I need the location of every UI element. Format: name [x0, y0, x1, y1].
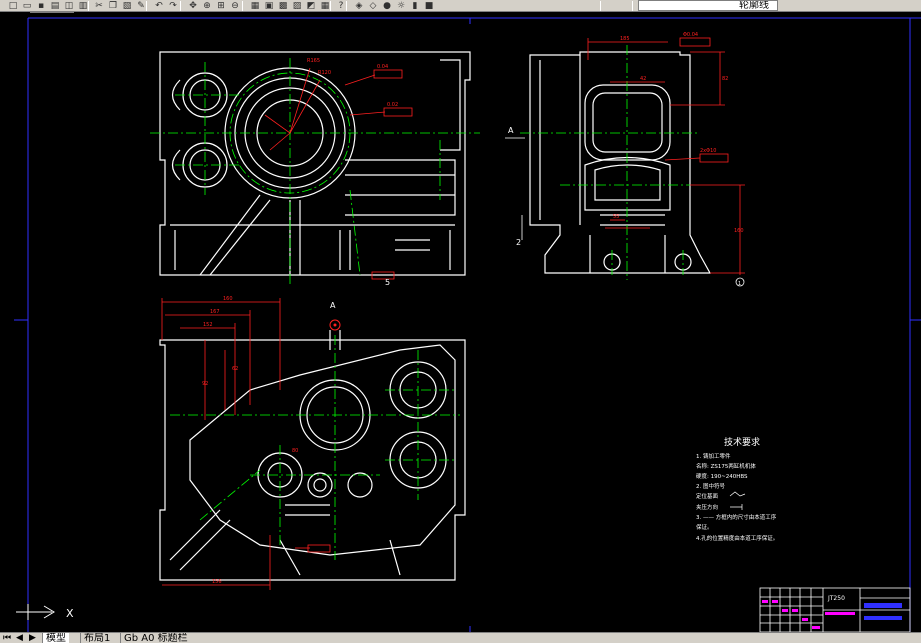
tab-layout1[interactable]: 布局1: [80, 633, 113, 643]
dim-160: 160: [734, 228, 744, 234]
toolbar-separator: [632, 1, 633, 11]
dim-tol-a: 0.04: [377, 64, 388, 70]
dim-tol-b: 0.02: [387, 102, 398, 108]
undo-icon[interactable]: ↶: [152, 0, 166, 11]
toolbar-separator: [88, 1, 89, 11]
tab-model[interactable]: 模型: [42, 633, 69, 643]
plan-view: [159, 330, 466, 581]
next-tab-arrow-icon[interactable]: ▶: [29, 634, 36, 643]
title-block-blue: [864, 603, 902, 620]
layer-dropdown[interactable]: 轮廓线: [638, 0, 778, 11]
ucs-x-label: X: [66, 607, 74, 620]
tab-gb-a0-titleblock[interactable]: Gb A0 标题栏: [120, 633, 191, 643]
standard-toolbar: □ ▭ ▪ ▤ ◫ ▥ ✂ ❐ ▧ ✎ ↶ ↷ ✥ ⊕ ⊞ ⊖ ▦ ▣ ▩ ▨ ◩ ▦? ◈ ◇ ● ☼ ▮ ■: [0, 0, 921, 12]
tech-line-8: 保证。: [696, 523, 713, 531]
print-icon[interactable]: ▤: [48, 0, 62, 11]
layer-manager-icon[interactable]: ◈: [352, 0, 366, 11]
layer-freeze-icon[interactable]: ☼: [394, 0, 408, 11]
toolbar-separator: [146, 1, 147, 11]
redo-icon[interactable]: ↷: [166, 0, 180, 11]
layer-on-icon[interactable]: ●: [380, 0, 394, 11]
zoom-window-icon[interactable]: ⊞: [214, 0, 228, 11]
markup-icon[interactable]: ◩: [304, 0, 318, 11]
copy-icon[interactable]: ❐: [106, 0, 120, 11]
section-markers: 5: [385, 278, 390, 287]
svg-text:A: A: [330, 301, 336, 310]
side-view: [529, 51, 712, 274]
tech-title: 技术要求: [724, 436, 760, 448]
view-a-arrow-side: A 2: [505, 126, 525, 247]
dim-80: 80: [292, 448, 298, 454]
new-icon[interactable]: □: [6, 0, 20, 11]
dim-167: 167: [210, 309, 220, 315]
cut-icon[interactable]: ✂: [92, 0, 106, 11]
front-view-centerlines: [150, 58, 480, 285]
symbol-marks: [729, 491, 746, 510]
save-icon[interactable]: ▪: [34, 0, 48, 11]
drawing-frame: [14, 17, 921, 632]
svg-text:1: 1: [738, 281, 741, 287]
title-block-accents: [762, 600, 855, 629]
dim-185: 185: [620, 36, 630, 42]
dim-r120: R120: [318, 70, 331, 76]
dim-92: 92: [202, 381, 208, 387]
section-label: 2: [516, 238, 521, 247]
side-view-dimensions: [587, 37, 745, 275]
dim-55: 55: [613, 214, 619, 220]
layout-tabs-bar: ⏮ ◀ ▶ 模型 布局1 Gb A0 标题栏: [0, 632, 921, 643]
preview-icon[interactable]: ◫: [62, 0, 76, 11]
tech-line-5: 定位基面: [696, 492, 719, 500]
tech-line-2: 名称: ZS175两缸机机体: [696, 462, 756, 470]
paste-icon[interactable]: ▧: [120, 0, 134, 11]
ucs-icon: [16, 604, 55, 620]
zoom-realtime-icon[interactable]: ⊕: [200, 0, 214, 11]
dim-r165: R165: [307, 58, 320, 64]
layer-dropdown-value: 轮廓线: [739, 0, 769, 11]
drawing-canvas[interactable]: R165 R120 0.04 0.02 5 185 Φ0.04 82 42 2x…: [0, 13, 921, 633]
dim-62: 62: [232, 366, 238, 372]
tool-palette-icon[interactable]: ▩: [276, 0, 290, 11]
design-center-icon[interactable]: ▣: [262, 0, 276, 11]
pan-icon[interactable]: ✥: [186, 0, 200, 11]
first-tab-arrow-icon[interactable]: ⏮: [3, 634, 11, 643]
title-block-code: JT250: [827, 595, 845, 602]
cad-drawing: R165 R120 0.04 0.02 5 185 Φ0.04 82 42 2x…: [14, 17, 921, 633]
toolbar-separator: [180, 1, 181, 11]
svg-text:5: 5: [385, 278, 390, 287]
tech-line-6: 夹压方向: [696, 503, 718, 511]
open-icon[interactable]: ▭: [20, 0, 34, 11]
properties-icon[interactable]: ▦: [248, 0, 262, 11]
sheet-set-icon[interactable]: ▨: [290, 0, 304, 11]
layer-color-icon[interactable]: ■: [422, 0, 436, 11]
tech-line-4: 2. 图中符号: [696, 482, 725, 490]
plan-view-dimensions: [161, 298, 331, 590]
tech-line-3: 硬度: 190~240HBS: [696, 472, 748, 480]
dim-2xphi10: 2xΦ10: [700, 148, 716, 154]
view-a-arrow-top: A: [329, 301, 341, 331]
dim-156: 156: [212, 579, 222, 585]
svg-text:A: A: [508, 126, 514, 135]
dim-152: 152: [203, 322, 213, 328]
dim-82: 82: [722, 76, 728, 82]
technical-requirements: 技术要求 1. 铸加工零件 名称: ZS175两缸机机体 硬度: 190~240…: [696, 436, 778, 542]
layer-state-icon[interactable]: ◇: [366, 0, 380, 11]
plan-view-centerlines: [170, 335, 460, 560]
side-view-centerlines: [520, 45, 700, 280]
dim-42: 42: [640, 76, 646, 82]
dim-160-plan: 160: [223, 296, 233, 302]
prev-tab-arrow-icon[interactable]: ◀: [16, 634, 23, 643]
toolbar-separator: [600, 1, 601, 11]
toolbar-separator: [330, 1, 331, 11]
zoom-previous-icon[interactable]: ⊖: [228, 0, 242, 11]
layer-lock-icon[interactable]: ▮: [408, 0, 422, 11]
toolbar-separator: [346, 1, 347, 11]
tech-line-9: 4.孔的位置精度由本道工序保证。: [696, 534, 778, 542]
toolbar-separator: [242, 1, 243, 11]
datum-marker-right: 1: [735, 277, 745, 287]
front-view: [159, 51, 471, 276]
dim-tol-side: Φ0.04: [683, 32, 698, 38]
tech-line-7: 3. —— 方框内的尺寸由本道工序: [696, 513, 777, 521]
tech-line-1: 1. 铸加工零件: [696, 452, 731, 460]
